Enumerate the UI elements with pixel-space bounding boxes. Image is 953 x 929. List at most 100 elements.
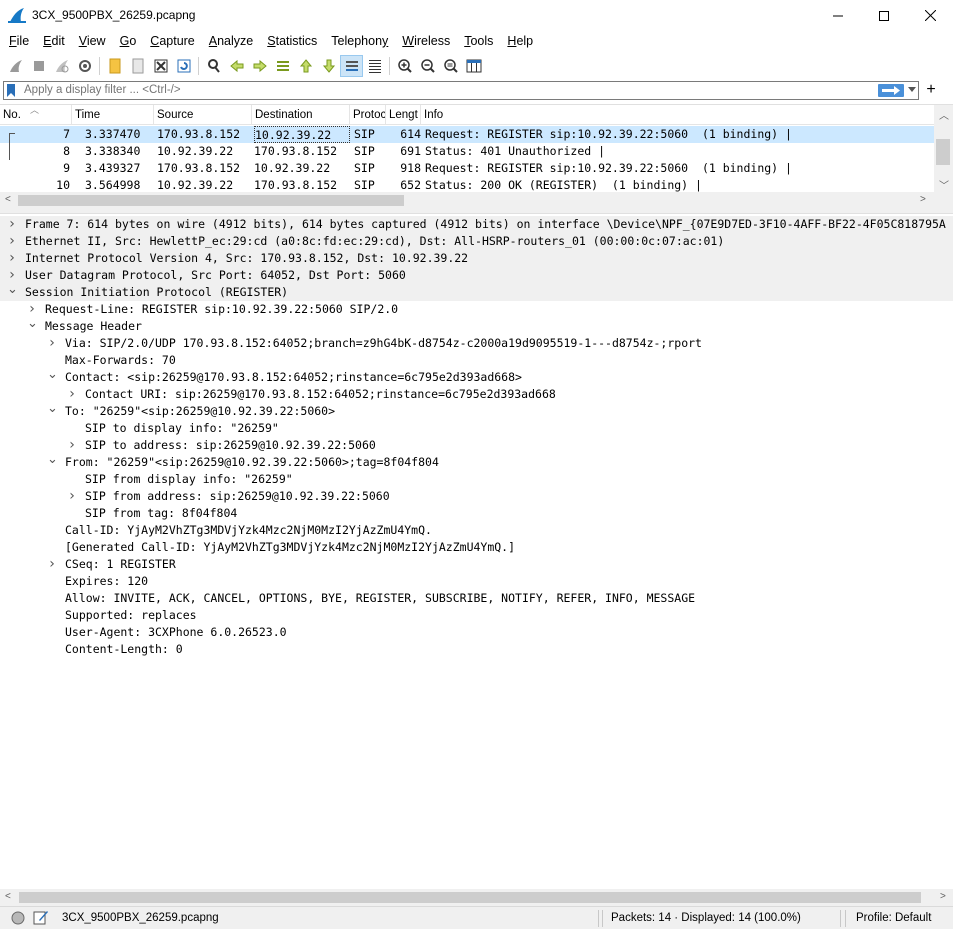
chevron-right-icon[interactable]: › — [7, 216, 17, 233]
menu-edit[interactable]: Edit — [36, 31, 72, 52]
detail-tree-item[interactable]: ⌄ To: "26259"<sip:26259@10.92.39.22:5060> — [0, 400, 953, 420]
detail-tree-item[interactable]: Content-Length: 0 — [0, 641, 953, 658]
minimize-button[interactable] — [815, 0, 861, 31]
resize-columns-button[interactable] — [462, 55, 485, 77]
scroll-left-icon[interactable]: < — [5, 891, 11, 902]
column-header-destination[interactable]: Destination — [252, 105, 350, 125]
packet-row[interactable]: 7 3.337470 170.93.8.152 10.92.39.22 SIP 614 Re… — [0, 126, 934, 143]
detail-tree-item[interactable]: › SIP from address: sip:26259@10.92.39.22… — [0, 488, 953, 505]
chevron-right-icon[interactable]: › — [7, 233, 17, 250]
details-horizontal-scrollbar[interactable]: < > — [0, 889, 953, 906]
chevron-right-icon[interactable]: › — [67, 386, 77, 403]
scrollbar-thumb[interactable] — [936, 139, 950, 165]
detail-tree-item[interactable]: ⌄ Session Initiation Protocol (REGISTER) — [0, 281, 953, 301]
packet-list-vertical-scrollbar[interactable]: ︿ ﹀ — [934, 105, 953, 209]
detail-tree-item[interactable]: User-Agent: 3CXPhone 6.0.26523.0 — [0, 624, 953, 641]
detail-tree-item[interactable]: › Via: SIP/2.0/UDP 170.93.8.152:64052;bra… — [0, 335, 953, 352]
detail-tree-item[interactable]: Allow: INVITE, ACK, CANCEL, OPTIONS, BYE… — [0, 590, 953, 607]
add-filter-button[interactable]: + — [924, 81, 938, 99]
menu-view[interactable]: View — [72, 31, 113, 52]
scroll-right-icon[interactable]: > — [920, 194, 926, 205]
detail-tree-item[interactable]: Max-Forwards: 70 — [0, 352, 953, 369]
close-button[interactable] — [907, 0, 953, 31]
auto-scroll-button[interactable] — [340, 54, 363, 77]
scrollbar-thumb[interactable] — [18, 195, 404, 206]
column-header-info[interactable]: Info — [421, 105, 934, 125]
packet-row[interactable]: 8 3.338340 10.92.39.22 170.93.8.152 SIP 691 St… — [0, 143, 934, 160]
scrollbar-thumb[interactable] — [19, 892, 921, 903]
chevron-right-icon[interactable]: › — [67, 488, 77, 505]
chevron-down-icon[interactable]: ⌄ — [47, 451, 58, 468]
close-file-button[interactable] — [149, 55, 172, 77]
column-header-length[interactable]: Lengt — [386, 105, 421, 125]
chevron-right-icon[interactable]: › — [67, 437, 77, 454]
detail-tree-item[interactable]: › User Datagram Protocol, Src Port: 64052… — [0, 267, 953, 284]
capture-comment-icon[interactable] — [33, 910, 49, 925]
go-to-packet-button[interactable] — [271, 55, 294, 77]
scroll-right-icon[interactable]: > — [940, 891, 946, 902]
detail-tree-item[interactable]: [Generated Call-ID: YjAyM2VhZTg3MDVjYzk4… — [0, 539, 953, 556]
zoom-out-button[interactable] — [416, 55, 439, 77]
start-capture-button[interactable] — [4, 55, 27, 77]
scroll-left-icon[interactable]: < — [5, 194, 11, 205]
go-first-packet-button[interactable] — [294, 55, 317, 77]
bookmark-icon[interactable] — [6, 84, 18, 97]
save-file-button[interactable] — [126, 55, 149, 77]
maximize-button[interactable] — [861, 0, 907, 31]
go-forward-button[interactable] — [248, 55, 271, 77]
detail-tree-item[interactable]: ⌄ From: "26259"<sip:26259@10.92.39.22:506… — [0, 451, 953, 471]
column-header-source[interactable]: Source — [154, 105, 252, 125]
packet-row[interactable]: 9 3.439327 170.93.8.152 10.92.39.22 SIP 918 Re… — [0, 160, 934, 177]
packet-list-horizontal-scrollbar[interactable]: < > — [0, 192, 934, 209]
detail-tree-item[interactable]: › CSeq: 1 REGISTER — [0, 556, 953, 573]
column-header-protocol[interactable]: Protoc — [350, 105, 386, 125]
detail-tree-item[interactable]: ⌄ Contact: <sip:26259@170.93.8.152:64052;… — [0, 366, 953, 386]
detail-tree-item[interactable]: SIP from display info: "26259" — [0, 471, 953, 488]
detail-tree-item[interactable]: › Internet Protocol Version 4, Src: 170.9… — [0, 250, 953, 267]
chevron-down-icon[interactable]: ⌄ — [47, 366, 58, 383]
colorize-button[interactable] — [363, 55, 386, 77]
detail-tree-item[interactable]: SIP to display info: "26259" — [0, 420, 953, 437]
menu-tools[interactable]: Tools — [457, 31, 500, 52]
stop-capture-button[interactable] — [27, 55, 50, 77]
expert-info-icon[interactable] — [11, 911, 25, 925]
display-filter-input[interactable] — [24, 82, 864, 99]
detail-tree-item[interactable]: › Contact URI: sip:26259@170.93.8.152:640… — [0, 386, 953, 403]
apply-filter-button[interactable] — [878, 84, 904, 97]
menu-wireless[interactable]: Wireless — [395, 31, 457, 52]
detail-tree-item[interactable]: Expires: 120 — [0, 573, 953, 590]
detail-tree-item[interactable]: Call-ID: YjAyM2VhZTg3MDVjYzk4Mzc2NjM0MzI… — [0, 522, 953, 539]
reload-file-button[interactable] — [172, 55, 195, 77]
scroll-up-icon[interactable]: ︿ — [939, 107, 949, 122]
detail-tree-item[interactable]: › Ethernet II, Src: HewlettP_ec:29:cd (a0… — [0, 233, 953, 250]
menu-file[interactable]: File — [2, 31, 36, 52]
detail-tree-item[interactable]: Supported: replaces — [0, 607, 953, 624]
menu-telephony[interactable]: Telephony — [324, 31, 395, 52]
filter-history-dropdown[interactable] — [908, 87, 916, 92]
find-packet-button[interactable] — [202, 55, 225, 77]
open-file-button[interactable] — [103, 55, 126, 77]
go-back-button[interactable] — [225, 55, 248, 77]
capture-options-button[interactable] — [73, 55, 96, 77]
chevron-right-icon[interactable]: › — [47, 335, 57, 352]
chevron-down-icon[interactable]: ⌄ — [47, 400, 58, 417]
menu-help[interactable]: Help — [500, 31, 540, 52]
menu-statistics[interactable]: Statistics — [260, 31, 324, 52]
scroll-down-icon[interactable]: ﹀ — [939, 177, 949, 192]
menu-go[interactable]: Go — [113, 31, 144, 52]
normal-size-button[interactable] — [439, 55, 462, 77]
menu-capture[interactable]: Capture — [143, 31, 201, 52]
restart-capture-button[interactable] — [50, 55, 73, 77]
column-header-no[interactable]: No. ︿ — [0, 105, 72, 125]
detail-tree-item[interactable]: › SIP to address: sip:26259@10.92.39.22:5… — [0, 437, 953, 454]
zoom-in-button[interactable] — [393, 55, 416, 77]
column-header-time[interactable]: Time — [72, 105, 154, 125]
chevron-right-icon[interactable]: › — [7, 250, 17, 267]
menu-analyze[interactable]: Analyze — [202, 31, 260, 52]
detail-tree-item[interactable]: SIP from tag: 8f04f804 — [0, 505, 953, 522]
go-last-packet-button[interactable] — [317, 55, 340, 77]
detail-tree-item[interactable]: › Frame 7: 614 bytes on wire (4912 bits),… — [0, 216, 953, 233]
detail-tree-item[interactable]: › Request-Line: REGISTER sip:10.92.39.22:… — [0, 301, 953, 318]
chevron-down-icon[interactable]: ⌄ — [7, 281, 18, 298]
chevron-right-icon[interactable]: › — [47, 556, 57, 573]
